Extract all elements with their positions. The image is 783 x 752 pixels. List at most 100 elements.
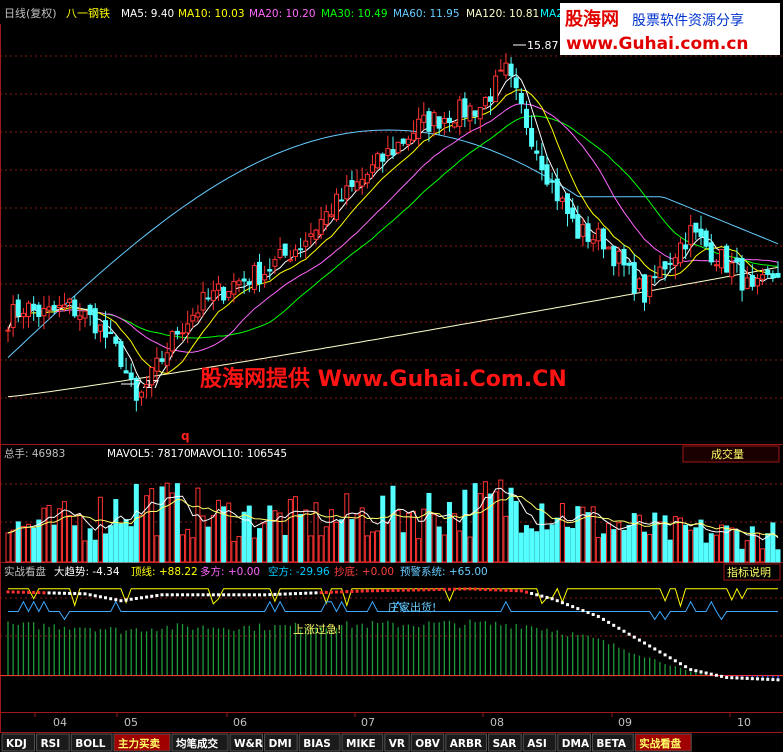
tab-label[interactable]: ASI <box>527 738 547 750</box>
candle-body <box>226 291 232 298</box>
tab-label[interactable]: 实战看盘 <box>639 737 681 750</box>
trend-dot <box>591 612 595 616</box>
volume-bar <box>606 522 612 563</box>
candle-body <box>683 244 689 250</box>
volume-bar <box>56 508 62 563</box>
tab-label[interactable]: BETA <box>596 738 627 750</box>
period-label[interactable]: 日线(复权) <box>4 6 57 20</box>
trend-dot <box>191 593 195 597</box>
volume-bar <box>621 529 627 563</box>
candle-body <box>15 299 21 316</box>
volume-bar <box>729 527 735 563</box>
trend-dot <box>175 593 179 597</box>
tab-0[interactable]: KDJ <box>1 733 36 752</box>
tab-label[interactable]: OBV <box>415 738 441 750</box>
ma10-label: MA10: 10.03 <box>178 8 245 20</box>
volume-bar <box>272 510 278 563</box>
volume-bar <box>683 524 689 563</box>
trend-dot <box>494 588 498 592</box>
volume-bar <box>446 502 452 563</box>
tab-6[interactable]: DMI <box>264 733 298 752</box>
tab-label[interactable]: BIAS <box>303 738 331 750</box>
tab-label[interactable]: RSI <box>41 738 61 750</box>
trend-dot <box>150 594 154 598</box>
volume-bar <box>426 492 432 563</box>
volume-bar <box>67 515 73 563</box>
stock-chart[interactable]: 15.87 7.17 股海网提供 Www.Guhai.Com.CN q 日线(复… <box>0 0 783 752</box>
trend-dot <box>489 588 493 592</box>
candle-body <box>328 214 334 217</box>
tab-1[interactable]: RSI <box>36 733 70 752</box>
candle-body <box>652 276 658 279</box>
tab-label[interactable]: W&R <box>234 738 263 750</box>
candle-body <box>570 207 576 219</box>
tab-label[interactable]: KDJ <box>6 738 27 750</box>
trend-dot <box>709 672 713 676</box>
tab-label[interactable]: 均笔成交 <box>176 737 218 750</box>
tab-label[interactable]: MIKE <box>346 738 376 750</box>
trend-dot <box>581 609 585 613</box>
candle-body <box>308 233 314 237</box>
indicator-explain-button[interactable]: 指标说明 <box>723 563 781 581</box>
volume-bar <box>262 522 268 563</box>
volume-bar <box>133 483 139 563</box>
indicator-explain-label[interactable]: 指标说明 <box>727 565 771 579</box>
tab-label[interactable]: DMA <box>562 738 590 750</box>
trend-dot <box>258 593 262 597</box>
trend-dot <box>401 588 405 592</box>
tab-7[interactable]: BIAS <box>298 733 341 752</box>
volume-bar <box>51 524 57 563</box>
tab-13[interactable]: ASI <box>522 733 557 752</box>
tab-label[interactable]: VR <box>389 738 405 750</box>
trend-dot <box>247 593 251 597</box>
candle-body <box>395 141 401 154</box>
tab-label[interactable]: 主力买卖 <box>118 737 160 750</box>
candle-body <box>713 264 719 267</box>
candle-body <box>318 219 324 235</box>
candle-body <box>272 259 278 267</box>
tab-16[interactable]: 实战看盘 <box>634 733 692 752</box>
candle-body <box>200 291 206 311</box>
trend-dot <box>114 598 118 602</box>
tab-11[interactable]: ARBR <box>445 733 488 752</box>
trend-dot <box>139 596 143 600</box>
tab-9[interactable]: VR <box>384 733 410 752</box>
tab-8[interactable]: MIKE <box>341 733 384 752</box>
volume-badge[interactable]: 成交量 <box>682 445 780 463</box>
candle-body <box>616 250 622 264</box>
tab-5[interactable]: W&R <box>229 733 264 752</box>
candle-body <box>642 274 648 303</box>
volume-bar <box>210 515 216 563</box>
tab-10[interactable]: OBV <box>410 733 445 752</box>
tab-label[interactable]: BOLL <box>75 738 106 750</box>
tab-label[interactable]: DMI <box>269 738 292 750</box>
mavol5-label: MAVOL5: 78170 <box>107 448 191 460</box>
tab-15[interactable]: BETA <box>591 733 634 752</box>
candle-body <box>760 274 766 280</box>
candle-body <box>477 106 483 120</box>
volume-bar <box>441 534 447 563</box>
candle-body <box>262 273 268 281</box>
tab-2[interactable]: BOLL <box>70 733 113 752</box>
tab-4[interactable]: 均笔成交 <box>171 733 229 752</box>
candle-body <box>164 352 170 366</box>
trend-dot <box>412 588 416 592</box>
tab-14[interactable]: DMA <box>557 733 591 752</box>
volume-bar <box>251 537 257 563</box>
trend-dot <box>350 589 354 593</box>
tab-3[interactable]: 主力买卖 <box>113 733 171 752</box>
candle-body <box>662 261 668 270</box>
candle-body <box>190 314 196 322</box>
volume-badge-label[interactable]: 成交量 <box>711 447 744 461</box>
candle-body <box>313 229 319 240</box>
candle-body <box>554 178 560 202</box>
candle-body <box>103 320 109 338</box>
trend-dot <box>181 593 185 597</box>
ma60-label: MA60: 11.95 <box>393 8 460 20</box>
tab-label[interactable]: ARBR <box>450 738 482 750</box>
tab-label[interactable]: SAR <box>493 738 517 750</box>
candle-body <box>405 138 411 146</box>
volume-bar <box>144 495 150 563</box>
tab-12[interactable]: SAR <box>488 733 522 752</box>
candle-body <box>334 193 340 221</box>
